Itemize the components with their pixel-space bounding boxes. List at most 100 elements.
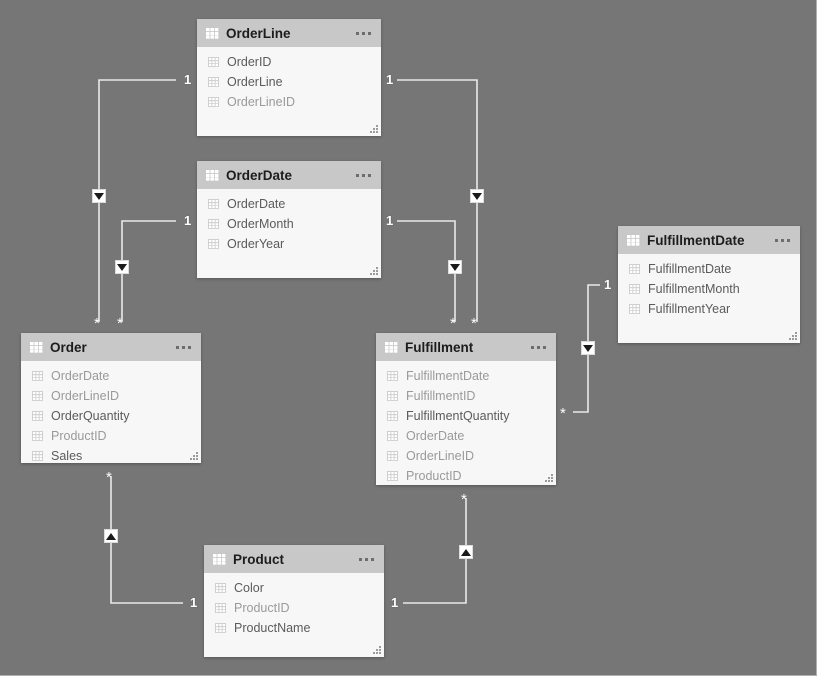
field-row[interactable]: OrderMonth xyxy=(197,214,381,234)
field-icon xyxy=(215,623,226,633)
resize-handle[interactable] xyxy=(373,646,382,655)
table-menu-icon[interactable] xyxy=(356,31,373,35)
table-header-fulfillmentdate[interactable]: FulfillmentDate xyxy=(618,226,800,254)
field-row[interactable]: ProductID xyxy=(21,426,201,446)
field-icon xyxy=(387,451,398,461)
cardinality-one-label: 1 xyxy=(184,213,192,228)
cross-filter-arrow-down-icon[interactable] xyxy=(115,260,129,274)
resize-handle[interactable] xyxy=(370,125,379,134)
table-title: OrderLine xyxy=(226,25,291,41)
table-card-orderline[interactable]: OrderLine OrderID OrderLine OrderLineID xyxy=(197,19,381,136)
cardinality-one-label: 1 xyxy=(190,595,198,610)
resize-handle[interactable] xyxy=(370,267,379,276)
relationship-line-product-fulfillment[interactable] xyxy=(403,498,467,604)
cross-filter-arrow-down-icon[interactable] xyxy=(448,260,462,274)
table-menu-icon[interactable] xyxy=(356,173,373,177)
field-list: Color ProductID ProductName xyxy=(204,573,384,638)
field-label: OrderID xyxy=(227,55,272,69)
field-label: OrderLine xyxy=(227,75,283,89)
relationship-line-product-order[interactable] xyxy=(110,476,183,604)
field-row[interactable]: FulfillmentDate xyxy=(376,366,556,386)
field-label: FulfillmentYear xyxy=(648,302,731,316)
resize-handle[interactable] xyxy=(545,474,554,483)
model-diagram-canvas[interactable]: 1 * 1 * 1 * 1 * 1 * 1 * 1 * OrderLine OrderID OrderLine… xyxy=(0,0,817,676)
relationship-line-orderline-fulfillment[interactable] xyxy=(397,79,478,322)
cross-filter-arrow-down-icon[interactable] xyxy=(92,189,106,203)
cardinality-one-label: 1 xyxy=(604,277,612,292)
table-card-product[interactable]: Product Color ProductID ProductName xyxy=(204,545,384,657)
field-list: FulfillmentDate FulfillmentID FulfillmentQ… xyxy=(376,361,556,485)
field-label: FulfillmentDate xyxy=(648,262,732,276)
field-icon xyxy=(387,411,398,421)
table-menu-icon[interactable] xyxy=(359,557,376,561)
field-row[interactable]: ProductID xyxy=(204,598,384,618)
table-icon xyxy=(206,27,219,39)
field-icon xyxy=(32,431,43,441)
table-header-orderline[interactable]: OrderLine xyxy=(197,19,381,47)
field-label: OrderDate xyxy=(406,429,465,443)
field-row[interactable]: FulfillmentYear xyxy=(618,299,800,319)
field-label: Color xyxy=(234,581,264,595)
table-header-orderdate[interactable]: OrderDate xyxy=(197,161,381,189)
field-row[interactable]: Color xyxy=(204,578,384,598)
field-label: OrderYear xyxy=(227,237,285,251)
field-row[interactable]: ProductID xyxy=(376,466,556,485)
table-title: Fulfillment xyxy=(405,339,474,355)
field-row[interactable]: OrderID xyxy=(197,52,381,72)
table-card-fulfillmentdate[interactable]: FulfillmentDate FulfillmentDate Fulfillmen… xyxy=(618,226,800,343)
field-row[interactable]: OrderLineID xyxy=(376,446,556,466)
field-row[interactable]: OrderDate xyxy=(197,194,381,214)
table-icon xyxy=(385,341,398,353)
table-menu-icon[interactable] xyxy=(176,345,193,349)
field-icon xyxy=(629,284,640,294)
field-row[interactable]: ProductName xyxy=(204,618,384,638)
field-label: FulfillmentMonth xyxy=(648,282,740,296)
field-row[interactable]: FulfillmentQuantity xyxy=(376,406,556,426)
table-icon xyxy=(206,169,219,181)
field-row[interactable]: FulfillmentMonth xyxy=(618,279,800,299)
field-row[interactable]: Sales xyxy=(21,446,201,463)
field-label: OrderDate xyxy=(227,197,286,211)
table-card-orderdate[interactable]: OrderDate OrderDate OrderMonth OrderYear xyxy=(197,161,381,278)
table-menu-icon[interactable] xyxy=(531,345,548,349)
table-card-order[interactable]: Order OrderDate OrderLineID OrderQuantity Pr… xyxy=(21,333,201,463)
field-label: ProductID xyxy=(51,429,107,443)
table-header-order[interactable]: Order xyxy=(21,333,201,361)
field-label: Sales xyxy=(51,449,83,463)
table-menu-icon[interactable] xyxy=(775,238,792,242)
field-row[interactable]: FulfillmentID xyxy=(376,386,556,406)
cross-filter-arrow-down-icon[interactable] xyxy=(470,189,484,203)
field-row[interactable]: FulfillmentDate xyxy=(618,259,800,279)
field-row[interactable]: OrderLine xyxy=(197,72,381,92)
field-label: FulfillmentID xyxy=(406,389,476,403)
field-row[interactable]: OrderLineID xyxy=(197,92,381,112)
cardinality-many-label: * xyxy=(450,315,456,332)
resize-handle[interactable] xyxy=(789,332,798,341)
field-row[interactable]: OrderLineID xyxy=(21,386,201,406)
table-icon xyxy=(627,234,640,246)
table-card-fulfillment[interactable]: Fulfillment FulfillmentDate FulfillmentID F… xyxy=(376,333,556,485)
cross-filter-arrow-down-icon[interactable] xyxy=(581,341,595,355)
field-row[interactable]: OrderDate xyxy=(21,366,201,386)
cross-filter-arrow-up-icon[interactable] xyxy=(459,545,473,559)
cardinality-many-label: * xyxy=(471,315,477,332)
arrow-glyph xyxy=(583,344,593,352)
cross-filter-arrow-up-icon[interactable] xyxy=(104,529,118,543)
field-row[interactable]: OrderQuantity xyxy=(21,406,201,426)
field-icon xyxy=(387,391,398,401)
table-header-product[interactable]: Product xyxy=(204,545,384,573)
field-row[interactable]: OrderYear xyxy=(197,234,381,254)
relationship-line-orderdate-fulfillment[interactable] xyxy=(397,220,456,322)
table-title: FulfillmentDate xyxy=(647,232,745,248)
field-icon xyxy=(215,583,226,593)
field-label: ProductID xyxy=(406,469,462,483)
relationship-line-orderline-order[interactable] xyxy=(98,79,176,322)
field-icon xyxy=(387,371,398,381)
resize-handle[interactable] xyxy=(190,452,199,461)
field-icon xyxy=(208,97,219,107)
field-row[interactable]: OrderDate xyxy=(376,426,556,446)
cardinality-one-label: 1 xyxy=(391,595,399,610)
relationship-line-orderdate-order[interactable] xyxy=(121,220,176,322)
table-header-fulfillment[interactable]: Fulfillment xyxy=(376,333,556,361)
field-icon xyxy=(32,371,43,381)
